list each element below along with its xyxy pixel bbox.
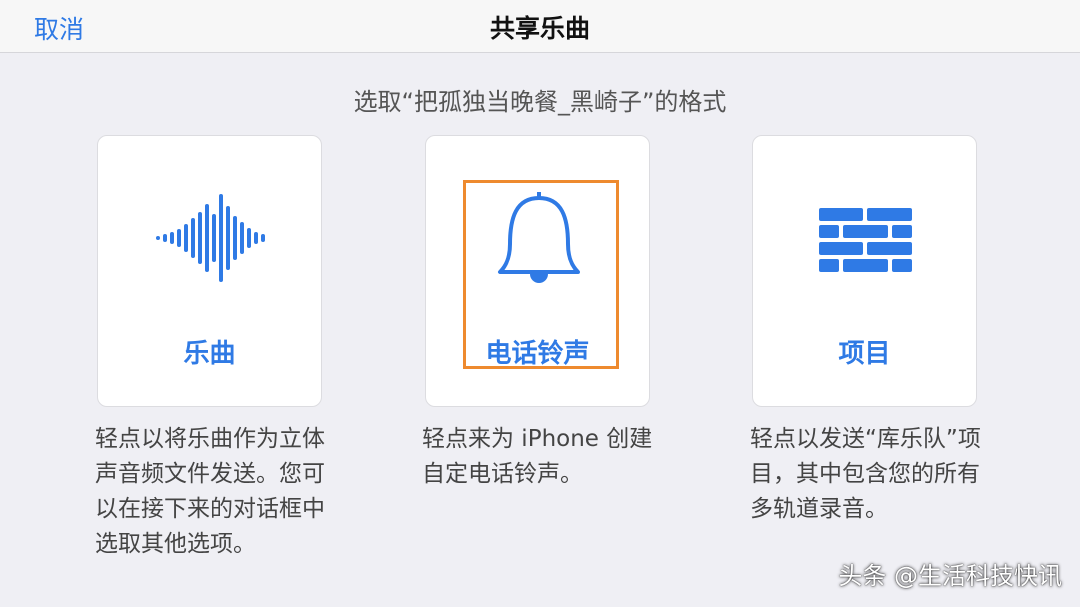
project-option-description: 轻点以发送“库乐队”项目，其中包含您的所有多轨道录音。 bbox=[750, 426, 981, 522]
ringtone-option-card[interactable]: 电话铃声 bbox=[425, 135, 650, 407]
ringtone-option-description: 轻点来为 iPhone 创建自定电话铃声。 bbox=[422, 426, 653, 487]
song-option-label: 乐曲 bbox=[183, 339, 236, 369]
page-title: 共享乐曲 bbox=[489, 14, 590, 43]
waveform-icon bbox=[156, 194, 265, 282]
song-option-description: 轻点以将乐曲作为立体声音频文件发送。您可以在接下来的对话框中选取其他选项。 bbox=[95, 426, 325, 557]
brick-wall-icon bbox=[819, 208, 912, 272]
project-option-card[interactable]: 项目 bbox=[752, 135, 977, 407]
watermark: 头条 @生活科技快讯 bbox=[838, 562, 1062, 590]
project-option-label: 项目 bbox=[838, 339, 891, 369]
navigation-bar: 取消 共享乐曲 bbox=[0, 0, 1080, 53]
song-option-card[interactable]: 乐曲 bbox=[97, 135, 322, 407]
selection-highlight bbox=[463, 180, 619, 369]
format-prompt: 选取“把孤独当晚餐_黑崎子”的格式 bbox=[353, 88, 727, 116]
